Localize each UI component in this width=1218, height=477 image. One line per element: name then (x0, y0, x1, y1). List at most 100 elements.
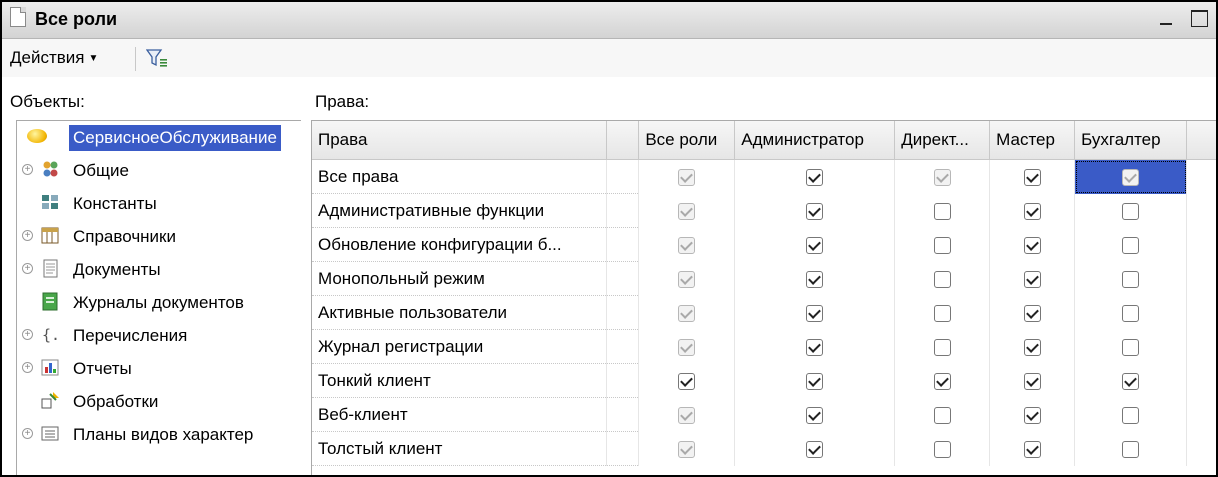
minimize-button[interactable] (1156, 4, 1178, 32)
filter-icon[interactable] (145, 48, 168, 68)
role-checkbox[interactable] (1023, 168, 1041, 186)
tree-item[interactable]: + {..} Перечисления (17, 319, 301, 352)
tree-item-label: Обработки (73, 392, 159, 411)
role-checkbox (678, 236, 696, 254)
role-checkbox[interactable] (806, 406, 824, 424)
table-row[interactable]: Монопольный режим (312, 261, 1216, 296)
role-cell (894, 227, 991, 262)
rights-grid[interactable]: Права Все роли Администратор Директ... Масте… (311, 120, 1216, 475)
role-checkbox[interactable] (1023, 270, 1041, 288)
right-name-cell: Тонкий клиент (312, 363, 608, 398)
role-cell (1074, 295, 1188, 330)
role-checkbox[interactable] (1023, 372, 1041, 390)
role-checkbox[interactable] (1122, 406, 1140, 424)
dropdown-caret-icon: ▼ (88, 53, 99, 64)
role-cell (734, 363, 896, 398)
column-header[interactable]: Все роли (638, 121, 736, 160)
right-name-cell: Все права (312, 159, 608, 194)
table-row[interactable]: Толстый клиент (312, 431, 1216, 466)
tree-item[interactable]: + Документы (17, 253, 301, 286)
role-checkbox[interactable] (1122, 304, 1140, 322)
svg-text:{..}: {..} (42, 326, 60, 344)
expand-icon[interactable]: + (22, 164, 33, 175)
table-row[interactable]: Обновление конфигурации б... (312, 227, 1216, 262)
role-checkbox[interactable] (1122, 202, 1140, 220)
role-checkbox[interactable] (933, 440, 951, 458)
tree-item[interactable]: СервисноеОбслуживание (17, 121, 301, 154)
role-checkbox[interactable] (1122, 270, 1140, 288)
tree-item[interactable]: + Планы видов характер (17, 418, 301, 451)
table-row[interactable]: Тонкий клиент (312, 363, 1216, 398)
table-row[interactable]: Журнал регистрации (312, 329, 1216, 364)
role-checkbox[interactable] (1023, 202, 1041, 220)
spacer-cell (606, 329, 640, 364)
table-row[interactable]: Административные функции (312, 193, 1216, 228)
role-cell (989, 431, 1076, 466)
rights-label: Права: (315, 92, 370, 111)
tree-item[interactable]: Константы (17, 187, 301, 220)
tree-item[interactable]: + Общие (17, 154, 301, 187)
column-header[interactable]: Директ... (894, 121, 991, 160)
expand-icon[interactable]: + (22, 230, 33, 241)
right-name-cell: Активные пользователи (312, 295, 608, 330)
expand-icon[interactable]: + (22, 329, 33, 340)
role-checkbox[interactable] (806, 202, 824, 220)
role-checkbox[interactable] (933, 338, 951, 356)
toolbar-separator (135, 47, 136, 71)
role-checkbox (678, 304, 696, 322)
role-cell (894, 431, 991, 466)
role-checkbox[interactable] (1023, 440, 1041, 458)
role-checkbox[interactable] (1023, 338, 1041, 356)
role-checkbox[interactable] (1023, 304, 1041, 322)
tree-item[interactable]: Журналы документов (17, 286, 301, 319)
tree-item[interactable]: Обработки (17, 385, 301, 418)
role-checkbox[interactable] (806, 338, 824, 356)
role-checkbox[interactable] (933, 406, 951, 424)
table-row[interactable]: Все права (312, 159, 1216, 194)
role-checkbox[interactable] (1122, 440, 1140, 458)
constants-icon (41, 193, 60, 212)
expand-icon[interactable]: + (22, 362, 33, 373)
role-checkbox[interactable] (806, 440, 824, 458)
role-checkbox[interactable] (933, 372, 951, 390)
tree-item[interactable]: + Отчеты (17, 352, 301, 385)
role-cell (638, 431, 736, 466)
tree-item[interactable]: + Справочники (17, 220, 301, 253)
role-checkbox[interactable] (678, 372, 696, 390)
role-checkbox[interactable] (1122, 338, 1140, 356)
maximize-button[interactable] (1191, 10, 1208, 27)
role-cell (638, 329, 736, 364)
table-row[interactable]: Веб-клиент (312, 397, 1216, 432)
filler-cell (1186, 397, 1216, 432)
role-cell (894, 295, 991, 330)
role-checkbox[interactable] (1023, 236, 1041, 254)
role-checkbox[interactable] (1023, 406, 1041, 424)
role-checkbox[interactable] (806, 236, 824, 254)
role-checkbox[interactable] (806, 270, 824, 288)
role-checkbox[interactable] (806, 168, 824, 186)
role-checkbox[interactable] (933, 304, 951, 322)
expand-icon[interactable]: + (22, 263, 33, 274)
role-checkbox[interactable] (933, 270, 951, 288)
rights-table: Права Все роли Администратор Директ... Масте… (312, 121, 1216, 466)
role-checkbox[interactable] (806, 304, 824, 322)
role-checkbox[interactable] (1122, 236, 1140, 254)
role-cell (1074, 397, 1188, 432)
column-header[interactable]: Бухгалтер (1074, 121, 1188, 160)
role-checkbox[interactable] (933, 236, 951, 254)
table-row[interactable]: Активные пользователи (312, 295, 1216, 330)
documents-icon (41, 259, 60, 278)
column-header[interactable] (606, 121, 640, 160)
role-checkbox[interactable] (1122, 372, 1140, 390)
column-header-filler (1186, 121, 1216, 160)
role-checkbox[interactable] (933, 202, 951, 220)
tree-item-label: СервисноеОбслуживание (69, 125, 281, 151)
column-header[interactable]: Администратор (734, 121, 896, 160)
column-header[interactable]: Мастер (989, 121, 1076, 160)
role-cell (1074, 261, 1188, 296)
role-checkbox[interactable] (806, 372, 824, 390)
actions-menu-button[interactable]: Действия ▼ (10, 48, 98, 68)
expand-icon[interactable]: + (22, 428, 33, 439)
column-header[interactable]: Права (312, 121, 608, 160)
objects-tree[interactable]: СервисноеОбслуживание + Общие Константы + Спр… (16, 120, 301, 475)
